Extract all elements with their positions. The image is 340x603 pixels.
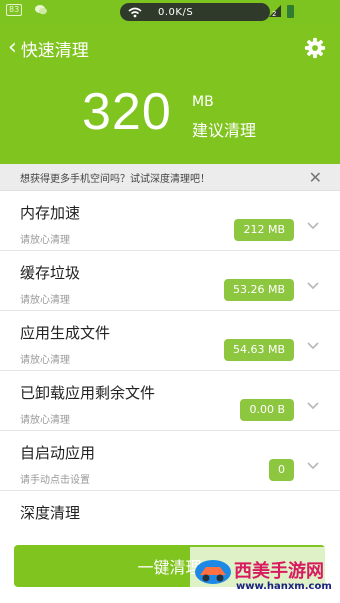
list-item-app-files[interactable]: 应用生成文件 请放心清理 54.63 MB [0, 311, 340, 371]
watermark: 西美手游网 www.hanxm.com [190, 547, 340, 603]
sim-badge-icon: 83 [6, 4, 23, 16]
page-title: 快速清理 [20, 40, 89, 61]
list-item-deep-clean[interactable]: 深度清理 [0, 491, 340, 531]
item-subtitle: 请放心清理 [20, 295, 70, 306]
network-speed-pill: 0.0K/S [120, 3, 270, 21]
list-item-memory[interactable]: 内存加速 请放心清理 212 MB [0, 191, 340, 251]
tip-text: 想获得更多手机空间吗？试试深度清理吧！ [20, 173, 210, 185]
item-title: 已卸载应用剩余文件 [20, 384, 156, 402]
chevron-down-icon[interactable] [306, 219, 320, 233]
status-right: 2 [268, 4, 282, 18]
item-title: 内存加速 [20, 204, 81, 222]
item-title: 深度清理 [20, 504, 81, 522]
svg-text:2: 2 [272, 10, 276, 18]
chevron-left-icon[interactable]: ‹ [8, 37, 17, 59]
item-title: 应用生成文件 [20, 324, 111, 342]
item-value-badge: 54.63 MB [223, 339, 294, 361]
list-item-autostart[interactable]: 自启动应用 请手动点击设置 0 [0, 431, 340, 491]
list-item-uninstalled-leftovers[interactable]: 已卸载应用剩余文件 请放心清理 0.00 B [0, 371, 340, 431]
cleanup-list: 内存加速 请放心清理 212 MB 缓存垃圾 请放心清理 53.26 MB 应用… [0, 191, 340, 531]
wifi-icon [128, 7, 142, 17]
item-title: 缓存垃圾 [20, 264, 81, 282]
chevron-down-icon[interactable] [306, 399, 320, 413]
gear-icon[interactable] [304, 37, 326, 59]
signal-icon: 2 [269, 5, 281, 18]
status-bar: 83 0.0K/S 2 [0, 0, 340, 24]
chevron-down-icon[interactable] [306, 459, 320, 473]
chevron-down-icon[interactable] [306, 339, 320, 353]
watermark-title: 西美手游网 [234, 561, 324, 582]
item-subtitle: 请放心清理 [20, 235, 70, 246]
item-value-badge: 53.26 MB [223, 279, 294, 301]
cleanup-label: 建议清理 [192, 121, 257, 140]
cleanup-summary: 320 MB 建议清理 [0, 72, 340, 164]
battery-icon [287, 5, 294, 18]
chevron-down-icon[interactable] [306, 279, 320, 293]
watermark-url: www.hanxm.com [236, 581, 332, 592]
item-value-badge: 0.00 B [240, 399, 294, 421]
cleanup-unit: MB [192, 94, 214, 110]
status-left: 83 [6, 4, 48, 16]
car-logo-icon [195, 560, 231, 584]
item-title: 自启动应用 [20, 444, 96, 462]
list-item-cache[interactable]: 缓存垃圾 请放心清理 53.26 MB [0, 251, 340, 311]
cleanup-amount: 320 [82, 83, 172, 141]
chat-icon [35, 5, 48, 15]
item-subtitle: 请放心清理 [20, 355, 70, 366]
tip-banner[interactable]: 想获得更多手机空间吗？试试深度清理吧！ ✕ [0, 164, 340, 191]
close-icon[interactable]: ✕ [309, 168, 322, 187]
network-speed: 0.0K/S [158, 6, 194, 18]
item-value-badge: 212 MB [234, 219, 294, 241]
title-bar: ‹ 快速清理 [0, 24, 340, 72]
item-subtitle: 请放心清理 [20, 415, 70, 426]
item-subtitle: 请手动点击设置 [20, 475, 90, 486]
item-value-badge: 0 [269, 459, 294, 481]
